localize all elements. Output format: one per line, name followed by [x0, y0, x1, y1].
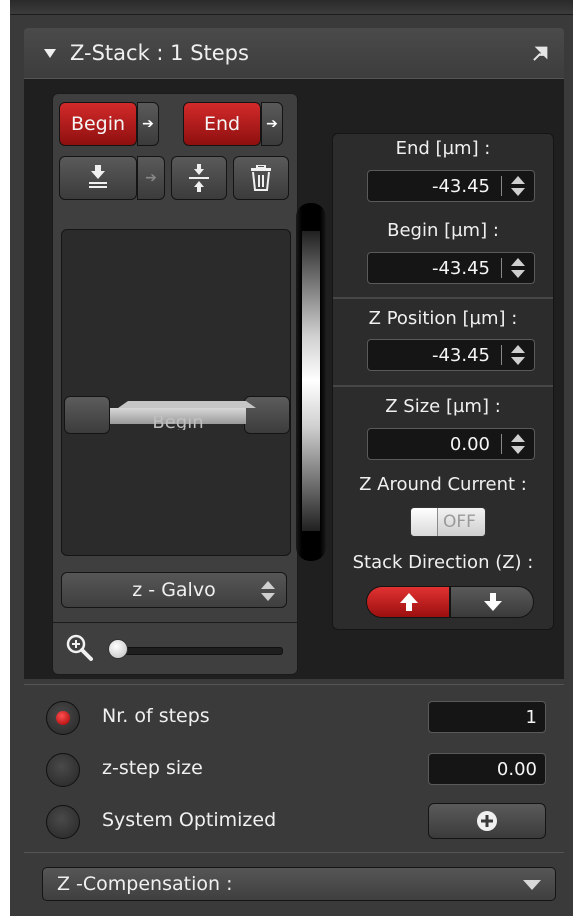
zoom-slider[interactable]: [117, 647, 283, 655]
step-size-value: 0.00: [496, 759, 537, 780]
stack-direction-control: [366, 586, 534, 618]
step-size-radio[interactable]: [46, 753, 80, 787]
field-separator: [501, 434, 502, 454]
field-separator: [501, 176, 502, 196]
nr-steps-radio[interactable]: [46, 701, 80, 735]
spinner-icon[interactable]: [510, 433, 526, 455]
stack-parameters-panel: End [µm] : -43.45 Begin [µm] : -43.45 Z …: [332, 133, 554, 630]
end-arrow-button[interactable]: ➔: [261, 102, 283, 146]
center-icon: [189, 164, 209, 192]
move-arrow-button[interactable]: ➔: [137, 156, 165, 200]
z-compensation-header[interactable]: Z -Compensation :: [42, 867, 556, 901]
zoom-icon[interactable]: [65, 633, 95, 663]
clear-button[interactable]: [233, 156, 289, 200]
preview-left-handle[interactable]: [64, 396, 110, 434]
stack-direction-label: Stack Direction (Z) :: [352, 552, 534, 573]
drive-select[interactable]: z - Galvo: [61, 572, 287, 608]
drive-select-value: z - Galvo: [132, 579, 216, 601]
begin-field-label: Begin [µm] :: [387, 220, 499, 241]
zpos-field-label: Z Position [µm] :: [368, 308, 518, 329]
around-current-label: Z Around Current :: [359, 474, 527, 495]
trash-icon: [251, 165, 271, 191]
zoom-slider-thumb[interactable]: [108, 639, 128, 659]
begin-arrow-button[interactable]: ➔: [137, 102, 159, 146]
system-optimized-radio[interactable]: [46, 805, 80, 839]
expand-arrow-icon[interactable]: [523, 880, 541, 890]
z-stack-header[interactable]: Z-Stack : 1 Steps: [24, 28, 564, 78]
z-compensation-section: Z -Compensation :: [24, 852, 564, 917]
arrow-up-icon: [400, 593, 418, 611]
focus-wheel[interactable]: [296, 203, 326, 561]
nr-steps-value: 1: [525, 707, 537, 728]
pin-icon[interactable]: [530, 42, 552, 64]
radio-selected-dot: [56, 711, 70, 725]
option-row: System Optimized: [24, 799, 564, 845]
option-row: z-step size 0.00: [24, 747, 564, 793]
divider: [333, 297, 553, 299]
end-field[interactable]: -43.45: [367, 170, 535, 202]
zsize-field-label: Z Size [µm] :: [385, 396, 501, 417]
step-size-input[interactable]: 0.00: [428, 753, 546, 785]
panel-title: Z-Stack : 1 Steps: [70, 41, 249, 65]
stack-preview: Begin: [61, 229, 291, 556]
z-compensation-label: Z -Compensation :: [57, 873, 233, 895]
plus-circle-icon: [477, 811, 497, 831]
zpos-field-value: -43.45: [431, 345, 490, 366]
preview-begin-label: Begin: [152, 416, 204, 430]
move-down-icon: [89, 165, 107, 188]
drive-control-panel: Begin ➔ End ➔ ➔ Begin z - Galvo: [52, 93, 298, 675]
zoom-row: [53, 622, 297, 675]
direction-down-button[interactable]: [450, 586, 534, 618]
step-size-label: z-step size: [102, 757, 203, 779]
around-current-toggle[interactable]: OFF: [410, 507, 486, 537]
collapse-arrow-icon[interactable]: [44, 48, 56, 58]
end-button[interactable]: End: [183, 102, 261, 146]
center-button[interactable]: [171, 156, 227, 200]
z-stack-tool-window: Z-Stack : 1 Steps Begin ➔ End ➔ ➔ Begin …: [10, 0, 573, 916]
updown-icon: [261, 581, 275, 601]
toggle-knob: [411, 508, 438, 536]
spinner-icon[interactable]: [510, 257, 526, 279]
step-options: Nr. of steps 1 z-step size 0.00 System O…: [24, 684, 564, 855]
direction-up-button[interactable]: [366, 586, 450, 618]
zsize-field[interactable]: 0.00: [367, 428, 535, 460]
spinner-icon[interactable]: [510, 344, 526, 366]
end-field-label: End [µm] :: [395, 138, 491, 159]
nr-steps-input[interactable]: 1: [428, 701, 546, 733]
preview-slab-top: [118, 401, 256, 408]
optimize-button[interactable]: [428, 803, 546, 839]
z-stack-body: Begin ➔ End ➔ ➔ Begin z - Galvo End [µm]…: [24, 78, 564, 679]
begin-button[interactable]: Begin: [59, 102, 137, 146]
begin-field-value: -43.45: [431, 258, 490, 279]
zsize-field-value: 0.00: [449, 434, 490, 455]
begin-field[interactable]: -43.45: [367, 252, 535, 284]
system-optimized-label: System Optimized: [102, 809, 277, 831]
toggle-state: OFF: [443, 512, 476, 532]
end-field-value: -43.45: [431, 176, 490, 197]
field-separator: [501, 258, 502, 278]
field-separator: [501, 345, 502, 365]
zpos-field[interactable]: -43.45: [367, 339, 535, 371]
option-row: Nr. of steps 1: [24, 695, 564, 741]
move-to-position-button[interactable]: [59, 156, 137, 200]
focus-wheel-grip[interactable]: [302, 231, 320, 531]
arrow-down-icon: [484, 593, 502, 611]
nr-steps-label: Nr. of steps: [102, 705, 210, 727]
top-strip: [10, 0, 573, 15]
divider: [333, 385, 553, 387]
spinner-icon[interactable]: [510, 175, 526, 197]
